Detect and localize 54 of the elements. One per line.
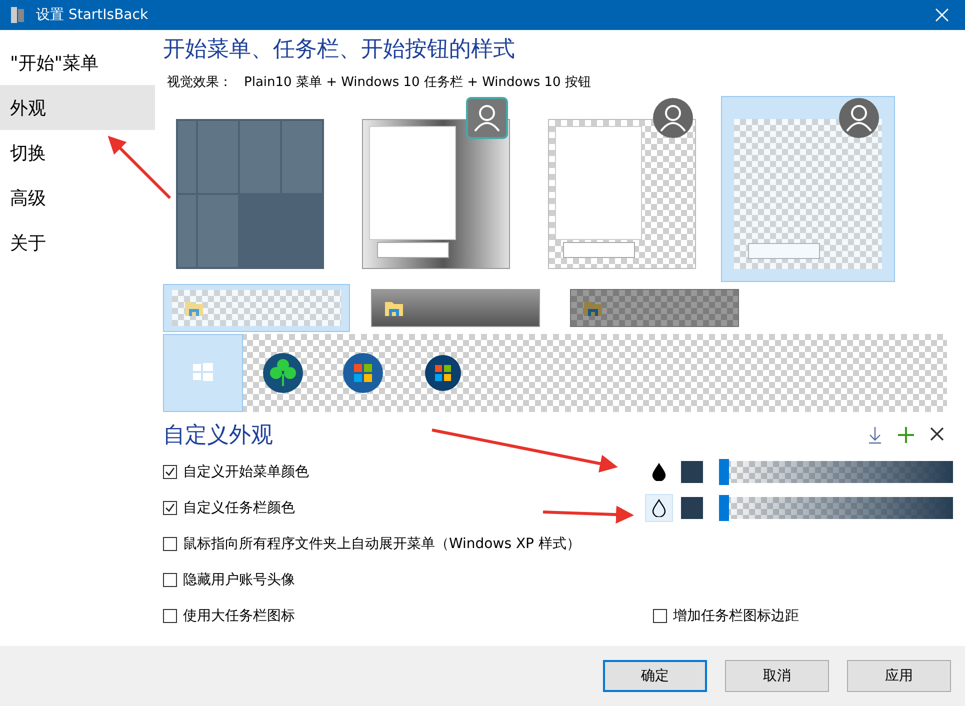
windows-logo-icon <box>193 363 213 381</box>
drop-icon <box>652 463 666 481</box>
sidebar-item[interactable]: 关于 <box>0 220 155 265</box>
dialog-button[interactable]: 应用 <box>847 660 951 692</box>
search-box-preview <box>563 242 635 258</box>
user-avatar-icon <box>466 97 508 139</box>
checkbox[interactable] <box>163 465 177 479</box>
checkbox[interactable] <box>653 609 667 623</box>
app-icon <box>10 6 26 24</box>
window-title: 设置 StartIsBack <box>36 6 150 24</box>
checkbox[interactable] <box>163 537 177 551</box>
visual-effect-label: 视觉效果： <box>167 74 232 91</box>
visual-effect-value: Plain10 菜单 + Windows 10 任务栏 + Windows 10 按钮 <box>244 74 591 91</box>
checkbox-label: 隐藏用户账号头像 <box>183 571 295 589</box>
checkbox[interactable] <box>163 573 177 587</box>
dialog-button[interactable]: 取消 <box>725 660 829 692</box>
color-swatch[interactable] <box>681 461 703 483</box>
start-menu-style-option[interactable] <box>721 96 895 282</box>
folder-icon <box>583 299 603 317</box>
user-avatar-icon <box>838 97 880 139</box>
checkbox-label: 使用大任务栏图标 <box>183 607 295 625</box>
transparency-slider[interactable] <box>719 461 953 483</box>
sidebar-item[interactable]: 切换 <box>0 130 155 175</box>
checkbox-label: 自定义开始菜单颜色 <box>183 463 309 481</box>
color-swatch[interactable] <box>681 497 703 519</box>
checkbox-label: 增加任务栏图标边距 <box>673 607 799 625</box>
checkbox-label: 鼠标指向所有程序文件夹上自动展开菜单（Windows XP 样式） <box>183 535 580 553</box>
start-button-style-option[interactable] <box>163 334 243 412</box>
annotation-arrow <box>108 136 172 200</box>
delete-icon[interactable] <box>929 426 945 442</box>
windows-orb-icon <box>343 353 383 393</box>
folder-icon <box>184 299 204 317</box>
transparency-slider[interactable] <box>719 497 953 519</box>
dialog-button[interactable]: 确定 <box>603 660 707 692</box>
user-avatar-icon <box>652 97 694 139</box>
clover-orb-icon <box>263 353 303 393</box>
checkbox[interactable] <box>163 501 177 515</box>
slider-thumb[interactable] <box>719 495 729 521</box>
section-heading: 开始菜单、任务栏、开始按钮的样式 <box>163 36 516 64</box>
sidebar-item[interactable]: "开始"菜单 <box>0 40 155 85</box>
drop-icon <box>652 499 666 517</box>
slider-thumb[interactable] <box>719 459 729 485</box>
add-icon[interactable] <box>897 426 915 444</box>
checkbox-label: 自定义任务栏颜色 <box>183 499 295 517</box>
opacity-toggle-button[interactable] <box>645 494 673 522</box>
search-box-preview <box>377 242 449 258</box>
search-box-preview <box>748 243 820 259</box>
checkbox[interactable] <box>163 609 177 623</box>
section-heading: 自定义外观 <box>163 422 274 450</box>
windows-orb-icon <box>425 355 461 391</box>
download-icon[interactable] <box>867 426 883 444</box>
sidebar-item[interactable]: 外观 <box>0 85 155 130</box>
sidebar-item[interactable]: 高级 <box>0 175 155 220</box>
folder-icon <box>384 299 404 317</box>
